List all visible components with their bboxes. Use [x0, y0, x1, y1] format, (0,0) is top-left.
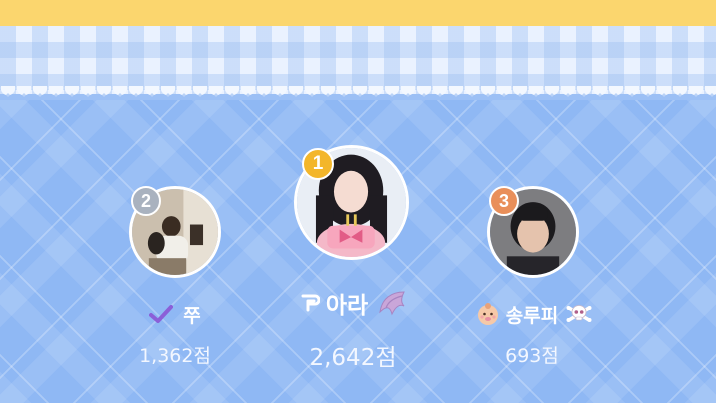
check-icon [149, 304, 174, 324]
baby-face-icon [476, 302, 500, 326]
username-rank-3: 송루피 [505, 304, 559, 327]
wing-icon [378, 290, 406, 316]
name-row-rank-2: 쭈 [120, 300, 230, 328]
username-rank-1: 아라 [325, 293, 369, 319]
name-row-rank-3: 송루피 [456, 300, 612, 328]
score-rank-1: 2,642점 [309, 345, 397, 371]
score-rank-3: 693점 [505, 345, 559, 367]
gingham-header-band [0, 26, 716, 94]
name-row-rank-1: 아라 [286, 286, 420, 320]
skull-crossbones-icon [566, 302, 592, 326]
dripping-letter-icon [300, 292, 320, 314]
rank-badge-2: 2 [131, 186, 161, 216]
top-bar [0, 0, 716, 26]
rank-badge-3: 3 [489, 186, 519, 216]
username-rank-2: 쭈 [183, 304, 201, 327]
rank-badge-1: 1 [302, 148, 334, 180]
score-rank-2: 1,362점 [139, 345, 211, 367]
